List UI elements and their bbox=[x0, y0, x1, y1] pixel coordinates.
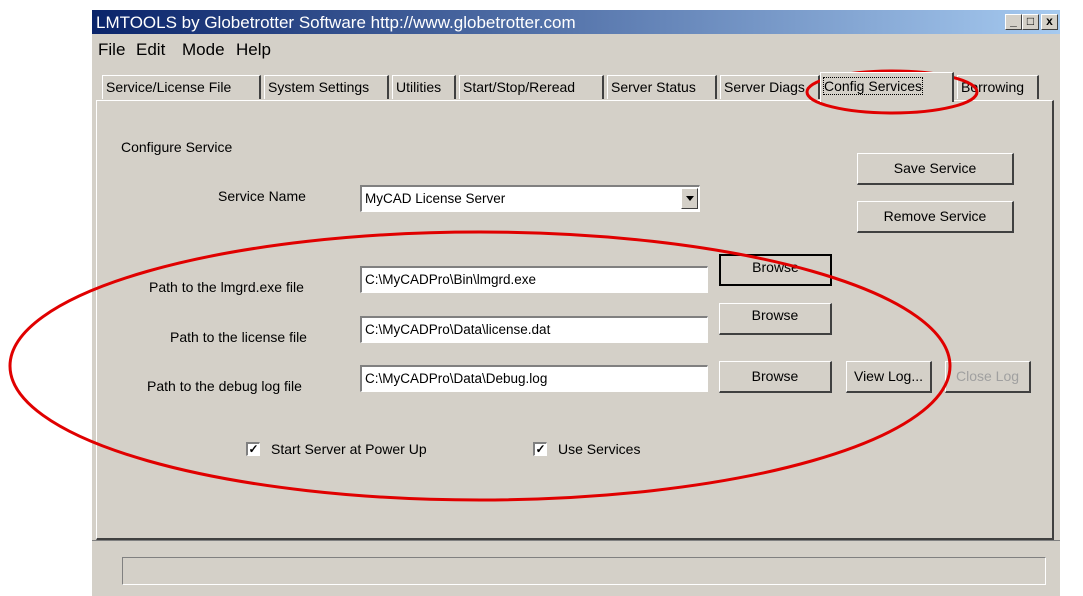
minimize-button[interactable]: _ bbox=[1005, 14, 1022, 30]
start-at-power-up-label: Start Server at Power Up bbox=[271, 441, 427, 457]
tab-strip: Service/License File System Settings Uti… bbox=[102, 72, 1052, 102]
divider bbox=[92, 540, 1060, 541]
title-bar[interactable]: LMTOOLS by Globetrotter Software http://… bbox=[92, 10, 1060, 34]
tab-label: Server Status bbox=[611, 79, 696, 95]
license-path-field[interactable]: C:\MyCADPro\Data\license.dat bbox=[360, 316, 708, 343]
tab-label: System Settings bbox=[268, 79, 370, 95]
menu-file[interactable]: File bbox=[98, 40, 125, 60]
browse-lmgrd-button[interactable]: Browse bbox=[719, 254, 832, 286]
window-title: LMTOOLS by Globetrotter Software http://… bbox=[96, 13, 576, 32]
use-services-checkbox[interactable]: ✓ bbox=[533, 442, 547, 456]
license-path-label: Path to the license file bbox=[170, 329, 307, 345]
browse-debug-log-button[interactable]: Browse bbox=[719, 361, 832, 393]
browse-license-button[interactable]: Browse bbox=[719, 303, 832, 335]
tab-config-services[interactable]: Config Services bbox=[820, 72, 954, 102]
menu-edit[interactable]: Edit bbox=[136, 40, 165, 60]
close-button[interactable]: x bbox=[1041, 14, 1058, 30]
lmgrd-path-label: Path to the lmgrd.exe file bbox=[149, 279, 304, 295]
service-name-dropdown[interactable]: MyCAD License Server bbox=[360, 185, 700, 212]
remove-service-button[interactable]: Remove Service bbox=[857, 201, 1014, 233]
use-services-label: Use Services bbox=[558, 441, 641, 457]
tab-label: Config Services bbox=[822, 77, 924, 95]
tab-label: Borrowing bbox=[961, 79, 1025, 95]
debug-log-path-field[interactable]: C:\MyCADPro\Data\Debug.log bbox=[360, 365, 708, 392]
start-at-power-up-checkbox[interactable]: ✓ bbox=[246, 442, 260, 456]
tab-borrowing[interactable]: Borrowing bbox=[957, 75, 1039, 99]
tab-service-license-file[interactable]: Service/License File bbox=[102, 75, 261, 99]
tab-label: Utilities bbox=[396, 79, 442, 95]
tab-label: Start/Stop/Reread bbox=[463, 79, 576, 95]
tab-server-status[interactable]: Server Status bbox=[607, 75, 717, 99]
config-services-panel: Configure Service Service Name MyCAD Lic… bbox=[96, 100, 1054, 540]
save-service-button[interactable]: Save Service bbox=[857, 153, 1014, 185]
tab-label: Server Diags bbox=[724, 79, 805, 95]
service-name-value: MyCAD License Server bbox=[365, 191, 506, 206]
lmgrd-path-field[interactable]: C:\MyCADPro\Bin\lmgrd.exe bbox=[360, 266, 708, 293]
configure-service-label: Configure Service bbox=[121, 139, 233, 155]
tab-utilities[interactable]: Utilities bbox=[392, 75, 456, 99]
maximize-button[interactable]: □ bbox=[1022, 14, 1039, 30]
menu-help[interactable]: Help bbox=[236, 40, 271, 60]
tab-start-stop-reread[interactable]: Start/Stop/Reread bbox=[459, 75, 604, 99]
tab-label: Service/License File bbox=[106, 79, 232, 95]
view-log-button[interactable]: View Log... bbox=[846, 361, 932, 393]
service-name-label: Service Name bbox=[218, 188, 306, 204]
tab-system-settings[interactable]: System Settings bbox=[264, 75, 389, 99]
tab-server-diags[interactable]: Server Diags bbox=[720, 75, 820, 99]
menu-bar: File Edit Mode Help bbox=[92, 36, 1060, 62]
chevron-down-icon[interactable] bbox=[681, 188, 698, 209]
close-log-button[interactable]: Close Log bbox=[945, 361, 1031, 393]
menu-mode[interactable]: Mode bbox=[182, 40, 225, 60]
lmtools-window: LMTOOLS by Globetrotter Software http://… bbox=[92, 10, 1060, 596]
status-bar bbox=[122, 557, 1046, 585]
debug-log-path-label: Path to the debug log file bbox=[147, 378, 302, 394]
